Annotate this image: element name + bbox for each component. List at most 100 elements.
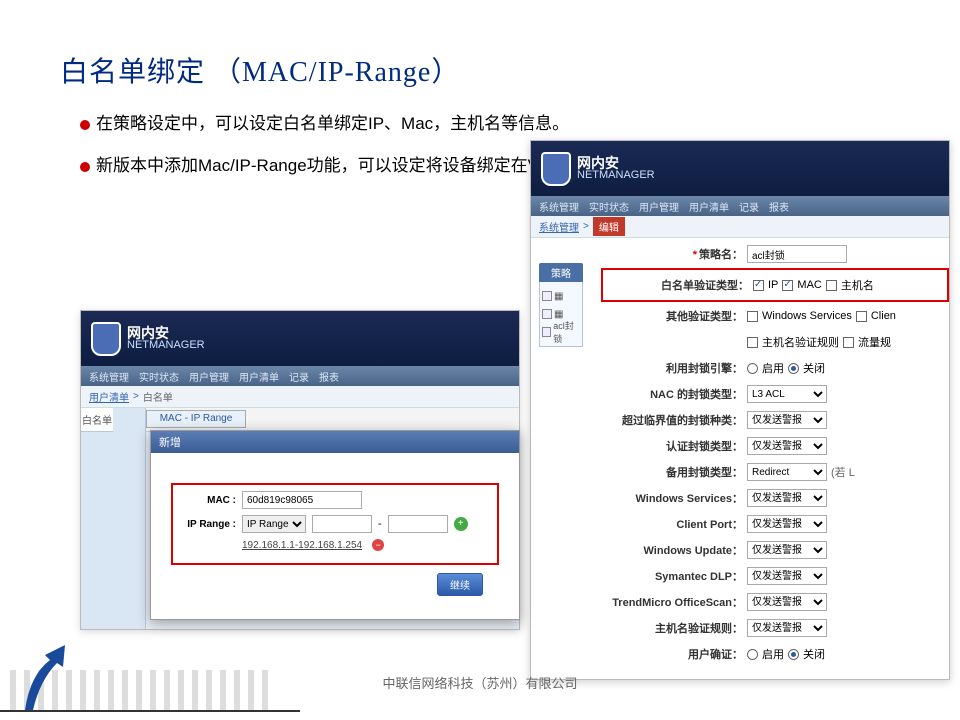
menu-users[interactable]: 用户管理 xyxy=(189,369,229,384)
sel-nac[interactable]: L3 ACL xyxy=(747,385,827,403)
iprange-select[interactable]: IP Range xyxy=(242,515,306,533)
lbl-nac: NAC 的封锁类型： xyxy=(601,386,747,402)
strip-item-3[interactable]: acl封锁 xyxy=(553,319,580,345)
range-value: 192.168.1.1-192.168.1.254 xyxy=(242,540,362,551)
sel-symdlp[interactable]: 仅发送警报 xyxy=(747,567,827,585)
logo-bar-right: 网内安 NETMANAGER xyxy=(531,141,949,196)
ip-from-input[interactable] xyxy=(312,515,372,533)
chk-winsvc[interactable] xyxy=(747,311,758,322)
bullet-1: 在策略设定中，可以设定白名单绑定IP、Mac，主机名等信息。 xyxy=(80,110,880,138)
rad-confirm-off[interactable] xyxy=(788,649,799,660)
crumb-userlist[interactable]: 用户清单 xyxy=(89,389,129,404)
bullet-1-text: 在策略设定中，可以设定白名单绑定IP、Mac，主机名等信息。 xyxy=(96,114,569,133)
sel-auth[interactable]: 仅发送警报 xyxy=(747,437,827,455)
strip-header: 策略 xyxy=(539,263,583,282)
footer: 中联信网络科技（苏州）有限公司 xyxy=(0,660,960,720)
breadcrumb-right: 系统管理 > 编辑 xyxy=(531,216,949,238)
chk-mac[interactable] xyxy=(782,280,793,291)
whitelist-highlight: 白名单验证类型： IP MAC 主机名 xyxy=(601,268,949,302)
lbl-winsvc: Windows Services： xyxy=(601,490,747,506)
crumb-sep: > xyxy=(133,391,139,402)
strip-chk-1[interactable] xyxy=(542,291,552,301)
logo-bar: 网内安 NETMANAGER xyxy=(81,311,519,366)
bullet-dot-icon xyxy=(80,120,90,130)
slide-title: 白名单绑定 （MAC/IP-Range） xyxy=(0,0,960,110)
shield-icon xyxy=(541,152,571,186)
menu-sys-r[interactable]: 系统管理 xyxy=(539,199,579,214)
mac-input[interactable] xyxy=(242,491,362,509)
add-dialog: 新增 MAC : IP Range : IP Range - + 192.16 xyxy=(150,430,520,620)
sel-winsvc[interactable]: 仅发送警报 xyxy=(747,489,827,507)
opt-block-on: 启用 xyxy=(762,360,784,376)
sel-hostrule[interactable]: 仅发送警报 xyxy=(747,619,827,637)
opt-hostrule: 主机名验证规则 xyxy=(762,334,839,350)
bullet-dot-icon xyxy=(80,162,90,172)
menu-status-r[interactable]: 实时状态 xyxy=(589,199,629,214)
sel-clientport[interactable]: 仅发送警报 xyxy=(747,515,827,533)
continue-button[interactable]: 继续 xyxy=(437,573,483,596)
lbl-clientport: Client Port： xyxy=(601,516,747,532)
lbl-auth: 认证封锁类型： xyxy=(601,438,747,454)
lbl-thresh: 超过临界值的封锁种类： xyxy=(601,412,747,428)
opt-mac: MAC xyxy=(797,279,821,291)
dialog-title: 新增 xyxy=(151,431,519,453)
ip-to-input[interactable] xyxy=(388,515,448,533)
tab-whitelist[interactable]: 白名单 xyxy=(81,408,113,432)
menu-records[interactable]: 记录 xyxy=(289,369,309,384)
rad-block-off[interactable] xyxy=(788,363,799,374)
menu-sys[interactable]: 系统管理 xyxy=(89,369,129,384)
opt-host: 主机名 xyxy=(841,277,874,293)
rad-confirm-on[interactable] xyxy=(747,649,758,660)
lbl-white-type: 白名单验证类型： xyxy=(607,277,753,293)
shield-icon xyxy=(91,322,121,356)
lbl-block-ref: 利用封锁引擎： xyxy=(601,360,747,376)
add-range-icon[interactable]: + xyxy=(454,517,468,531)
chk-client[interactable] xyxy=(856,311,867,322)
opt-winsvc: Windows Services xyxy=(762,310,852,322)
menu-status[interactable]: 实时状态 xyxy=(139,369,179,384)
crumb-sep-r: > xyxy=(583,221,589,232)
crumb-sys[interactable]: 系统管理 xyxy=(539,219,579,234)
lbl-trend: TrendMicro OfficeScan： xyxy=(601,594,747,610)
crumb-whitelist: 白名单 xyxy=(143,389,173,404)
strip-chk-2[interactable] xyxy=(542,309,552,319)
opt-flow: 流量规 xyxy=(858,334,891,350)
policy-form: *策略名： 白名单验证类型： IP MAC 主机名 其他验证类型： Window… xyxy=(601,241,949,667)
lbl-policy-name: 策略名： xyxy=(699,249,743,261)
delete-range-icon[interactable]: − xyxy=(372,539,384,551)
logo-cn-r: 网内安 xyxy=(577,157,655,169)
tab-mac-ip-range[interactable]: MAC - IP Range xyxy=(146,410,246,428)
menu-reports[interactable]: 报表 xyxy=(319,369,339,384)
menu-bar: 系统管理 实时状态 用户管理 用户清单 记录 报表 xyxy=(81,366,519,386)
lbl-winupd: Windows Update： xyxy=(601,542,747,558)
menu-records-r[interactable]: 记录 xyxy=(739,199,759,214)
menu-userlist-r[interactable]: 用户清单 xyxy=(689,199,729,214)
dash: - xyxy=(378,518,382,530)
chk-host[interactable] xyxy=(826,280,837,291)
strip-chk-3[interactable] xyxy=(542,327,551,337)
policy-strip: 策略 ▦ ▦ acl封锁 xyxy=(539,263,583,347)
logo-text: 网内安 NETMANAGER xyxy=(577,157,655,181)
menu-users-r[interactable]: 用户管理 xyxy=(639,199,679,214)
left-sidebar: 白名单 xyxy=(81,408,146,630)
sel-winupd[interactable]: 仅发送警报 xyxy=(747,541,827,559)
breadcrumb-left: 用户清单 > 白名单 xyxy=(81,386,519,408)
lbl-other-type: 其他验证类型： xyxy=(601,308,747,324)
chk-ip[interactable] xyxy=(753,280,764,291)
lbl-hostrule2: 主机名验证规则： xyxy=(601,620,747,636)
crumb-edit: 编辑 xyxy=(593,217,625,236)
chk-flow[interactable] xyxy=(843,337,854,348)
logo-en-r: NETMANAGER xyxy=(577,169,655,181)
menu-reports-r[interactable]: 报表 xyxy=(769,199,789,214)
inp-policy-name[interactable] xyxy=(747,245,847,263)
logo-text: 网内安 NETMANAGER xyxy=(127,327,205,351)
sel-trend[interactable]: 仅发送警报 xyxy=(747,593,827,611)
logo-cn: 网内安 xyxy=(127,327,205,339)
rad-block-on[interactable] xyxy=(747,363,758,374)
sel-thresh[interactable]: 仅发送警报 xyxy=(747,411,827,429)
menu-userlist[interactable]: 用户清单 xyxy=(239,369,279,384)
chk-hostrule[interactable] xyxy=(747,337,758,348)
menu-bar-right: 系统管理 实时状态 用户管理 用户清单 记录 报表 xyxy=(531,196,949,216)
sel-backup[interactable]: Redirect xyxy=(747,463,827,481)
iprange-label: IP Range : xyxy=(181,519,236,530)
